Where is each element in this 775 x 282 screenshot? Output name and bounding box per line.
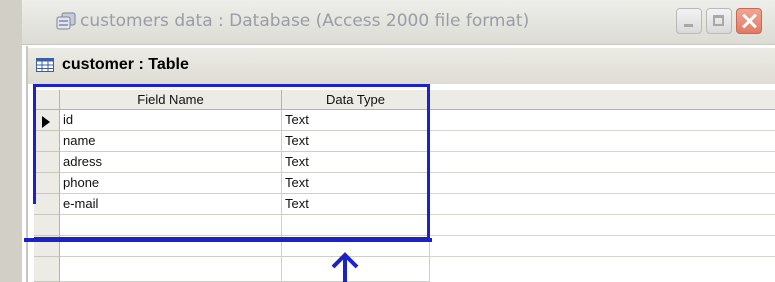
grid-line (430, 151, 775, 152)
grid-line (430, 193, 775, 194)
grid-line (430, 214, 775, 215)
field-name-cell[interactable] (60, 257, 282, 282)
database-window-title: customers data : Database (Access 2000 f… (80, 11, 530, 31)
grid-line (430, 235, 775, 236)
grid-line (430, 130, 775, 131)
grid-line (430, 256, 775, 257)
annotation-highlight-left-edge (33, 84, 36, 204)
table-window-title: customer : Table (62, 56, 189, 73)
table-icon (36, 58, 54, 72)
database-window-icon (56, 12, 76, 30)
maximize-button[interactable] (706, 8, 732, 34)
close-button[interactable] (736, 8, 762, 34)
row-selector[interactable] (34, 257, 60, 282)
grid-line (430, 172, 775, 173)
column-header-description[interactable] (430, 90, 775, 110)
annotation-highlight-box (34, 84, 430, 240)
desktop-background-strip (0, 0, 22, 282)
up-arrow-icon (331, 252, 359, 282)
minimize-button[interactable] (676, 8, 702, 34)
annotation-underline (24, 238, 432, 242)
